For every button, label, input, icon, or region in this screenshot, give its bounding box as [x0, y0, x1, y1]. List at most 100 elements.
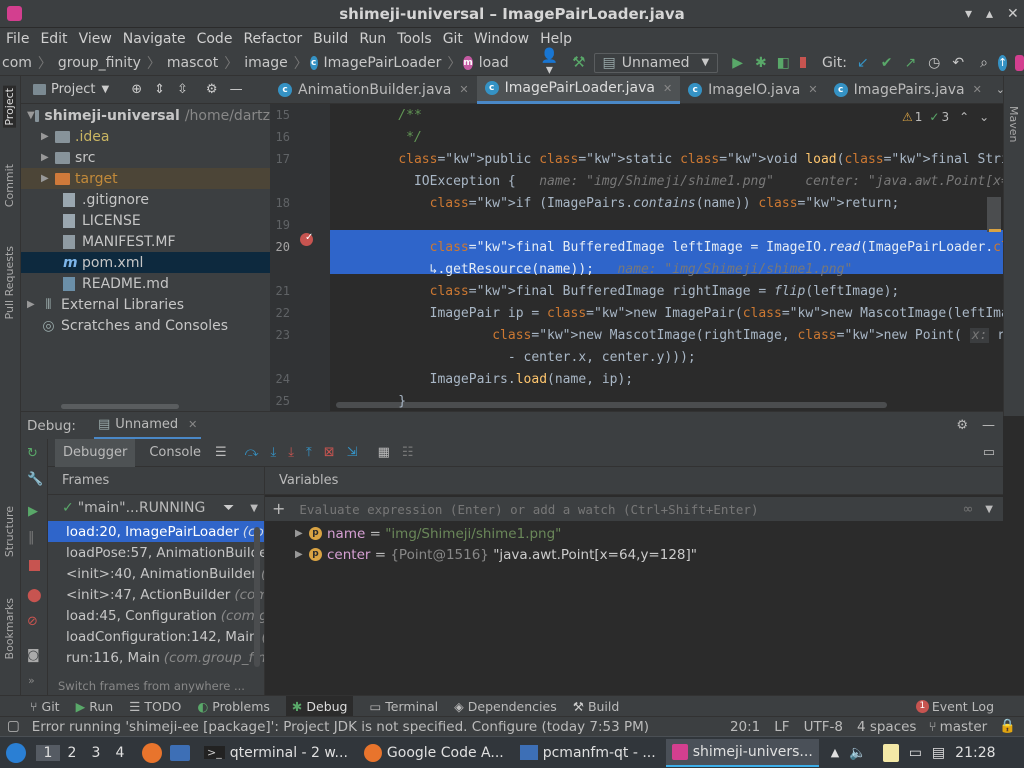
update-icon[interactable]: ↑ [997, 54, 1008, 71]
menu-tools[interactable]: Tools [397, 31, 432, 47]
filter-icon[interactable]: ⏷ [223, 500, 234, 516]
git-branch[interactable]: master [940, 719, 988, 735]
drop-frame-icon[interactable]: ⊠ [324, 446, 335, 459]
inspection-widget[interactable]: ⚠ 1 ✓ 3 ⌃ ⌄ [902, 110, 989, 124]
menu-edit[interactable]: Edit [40, 31, 67, 47]
breadcrumb-image[interactable]: image [244, 55, 288, 71]
tree-item-idea[interactable]: ▶ .idea [21, 126, 270, 147]
git-update-icon[interactable]: ↙ [857, 56, 869, 70]
menu-refactor[interactable]: Refactor [243, 31, 302, 47]
breadcrumb-com[interactable]: com [2, 55, 32, 71]
rerun-icon[interactable]: ↻ [27, 447, 38, 460]
hide-icon[interactable]: — [982, 419, 995, 432]
toolwindow-build[interactable]: ⚒ Build [573, 699, 620, 714]
add-watch-icon[interactable]: + [272, 501, 285, 517]
tree-item-gitignore[interactable]: .gitignore [21, 189, 270, 210]
more-icon[interactable]: ⋮ [1019, 83, 1024, 96]
menu-navigate[interactable]: Navigate [123, 31, 186, 47]
build-hammer-icon[interactable]: ⚒ [572, 55, 585, 70]
tree-item-pom[interactable]: m pom.xml [21, 252, 270, 273]
search-icon[interactable]: ⌕ [980, 56, 988, 70]
tree-item-external-libraries[interactable]: ▶ ⫴ External Libraries [21, 294, 270, 315]
frame-item[interactable]: loadConfiguration:142, Main(c [48, 626, 264, 647]
frame-item[interactable]: run:116, Main (com.group_finit [48, 647, 264, 668]
debug-bug-icon[interactable]: ✱ [755, 56, 767, 70]
collapse-all-icon[interactable]: ⇕ [154, 83, 165, 96]
step-into-icon[interactable]: ⤓ [271, 446, 277, 459]
modify-config-icon[interactable]: 🔧 [27, 473, 43, 486]
close-tab-icon[interactable]: ✕ [663, 82, 672, 95]
desktop-2[interactable]: 2 [60, 745, 84, 761]
git-push-icon[interactable]: ↗ [904, 56, 916, 70]
history-icon[interactable]: ◷ [928, 56, 940, 70]
frame-item[interactable]: loadPose:57, AnimationBuilder( [48, 542, 264, 563]
tab-debugger[interactable]: Debugger [55, 438, 136, 467]
tab-imagepairs[interactable]: c ImagePairs.java ✕ [826, 76, 990, 104]
task-intellij[interactable]: shimeji-univers... [665, 738, 819, 767]
close-tab-icon[interactable]: ✕ [808, 83, 817, 96]
tool-tab-maven[interactable]: Maven [1007, 106, 1020, 142]
vertical-scrollbar[interactable] [254, 527, 260, 667]
tool-tab-structure[interactable]: Structure [3, 506, 16, 557]
project-view-select[interactable]: Project [51, 82, 95, 97]
toolwindow-run[interactable]: ▶ Run [76, 699, 114, 714]
horizontal-scrollbar[interactable] [61, 404, 179, 409]
run-to-cursor-icon[interactable]: ⇲ [347, 446, 358, 459]
toggle-tool-windows-icon[interactable]: ▢ [7, 719, 20, 734]
tree-item-src[interactable]: ▶ src [21, 147, 270, 168]
thread-select[interactable]: ✓ "main"...RUNNING ⏷ ▼ [48, 495, 264, 521]
code-editor[interactable]: 15 16 17 18 19 20 21 22 23 24 25 ⚠ 1 ✓ 3 ⌃ ⌄ ✓ /** */… [270, 104, 1003, 411]
breadcrumb-load[interactable]: load [479, 55, 509, 71]
expand-all-icon[interactable]: ⇳ [177, 83, 188, 96]
camera-icon[interactable]: ◙ [27, 649, 40, 662]
tree-item-manifest[interactable]: MANIFEST.MF [21, 231, 270, 252]
battery-icon[interactable]: ▤ [932, 746, 945, 760]
breadcrumb-group-finity[interactable]: group_finity [58, 55, 141, 71]
chevron-down-icon[interactable]: ▼ [250, 503, 258, 514]
file-manager-icon[interactable] [170, 744, 190, 761]
rollback-icon[interactable]: ↶ [952, 56, 964, 70]
tab-console[interactable]: Console [141, 439, 209, 467]
vertical-scrollbar[interactable] [987, 197, 1001, 232]
chevron-up-icon[interactable]: ▲ [831, 747, 839, 758]
indent-setting[interactable]: 4 spaces [857, 719, 917, 735]
task-firefox[interactable]: Google Code A... [358, 739, 510, 767]
frame-item[interactable]: <init>:47, ActionBuilder(com. [48, 584, 264, 605]
frame-item[interactable]: load:20, ImagePairLoader(com [48, 521, 264, 542]
jetbrains-icon[interactable] [1015, 54, 1024, 71]
menu-build[interactable]: Build [313, 31, 348, 47]
mute-breakpoints-icon[interactable]: ⊘ [27, 615, 38, 628]
hide-icon[interactable]: — [230, 83, 243, 96]
tab-animationbuilder[interactable]: c AnimationBuilder.java ✕ [270, 76, 477, 104]
clock[interactable]: 21:28 [955, 745, 995, 761]
start-menu-icon[interactable] [6, 742, 26, 763]
chevron-right-icon[interactable]: ▶ [295, 549, 309, 560]
step-out-icon[interactable]: ⤒ [306, 446, 312, 459]
chevron-down-icon[interactable]: ▼ [101, 84, 109, 95]
frames-hint[interactable]: Switch frames from anywhere ... [58, 679, 245, 693]
tree-item-scratches[interactable]: ◎ Scratches and Consoles [21, 315, 270, 336]
locate-icon[interactable]: ⊕ [131, 83, 142, 96]
gear-icon[interactable]: ⚙ [206, 83, 218, 96]
tree-item-root[interactable]: ▼ shimeji-universal /home/dartz [21, 105, 270, 126]
horizontal-scrollbar[interactable] [336, 402, 887, 408]
evaluate-icon[interactable]: ▦ [378, 446, 390, 459]
tab-imageio[interactable]: c ImageIO.java ✕ [680, 76, 825, 104]
close-tab-icon[interactable]: ✕ [973, 83, 982, 96]
restore-layout-icon[interactable]: ▭ [983, 446, 995, 459]
menu-view[interactable]: View [79, 31, 112, 47]
variable-row[interactable]: ▶ p center = {Point@1516} "java.awt.Poin… [265, 544, 1003, 565]
chevron-down-icon[interactable]: ▼ [985, 504, 993, 515]
more-icon[interactable]: » [28, 675, 35, 686]
menu-run[interactable]: Run [359, 31, 386, 47]
debug-session-tab[interactable]: ▤ Unnamed ✕ [93, 412, 202, 440]
task-qterminal[interactable]: >_ qterminal - 2 w... [198, 739, 354, 767]
close-tab-icon[interactable]: ✕ [188, 418, 197, 431]
breadcrumb-mascot[interactable]: mascot [167, 55, 218, 71]
run-config-select[interactable]: ▤ Unnamed ▼ [593, 52, 719, 73]
layout-icon[interactable]: ☰ [215, 446, 227, 459]
stop-icon[interactable] [799, 57, 807, 68]
tool-tab-bookmarks[interactable]: Bookmarks [3, 598, 16, 659]
chevron-right-icon[interactable]: ▶ [295, 528, 309, 539]
git-commit-icon[interactable]: ✔ [881, 56, 893, 70]
